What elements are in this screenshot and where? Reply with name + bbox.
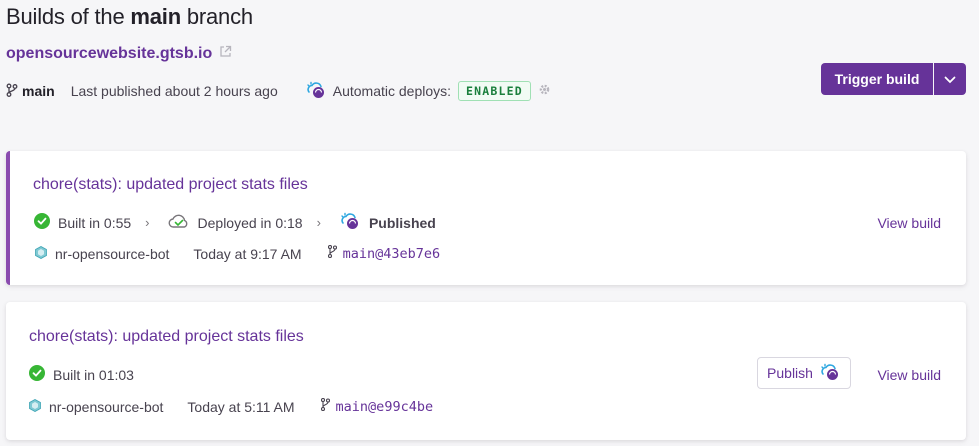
check-circle-icon — [29, 365, 45, 384]
branch-meta: main Last published about 2 hours ago Au… — [6, 80, 551, 102]
author: nr-opensource-bot — [35, 246, 169, 262]
build-card: chore(stats): updated project stats file… — [6, 151, 966, 285]
built-duration: Built in 01:03 — [53, 366, 134, 383]
build-title[interactable]: chore(stats): updated project stats file… — [29, 328, 304, 346]
branch-icon — [6, 83, 18, 100]
page-title: Builds of the main branch — [6, 4, 253, 30]
check-circle-icon — [34, 213, 50, 232]
author-name: nr-opensource-bot — [55, 245, 170, 262]
build-steps: Built in 01:03 — [29, 365, 134, 384]
bot-avatar-icon — [35, 245, 47, 262]
view-build-link[interactable]: View build — [877, 367, 941, 383]
bot-avatar-icon — [29, 398, 41, 415]
gear-icon[interactable] — [538, 83, 551, 99]
trigger-build-menu-button[interactable] — [934, 63, 966, 95]
commit-ref[interactable]: main@43eb7e6 — [343, 246, 441, 262]
view-build-link[interactable]: View build — [877, 215, 941, 231]
auto-deploy-icon — [306, 81, 326, 102]
commit-branch-icon — [320, 397, 330, 415]
last-published: Last published about 2 hours ago — [70, 83, 278, 99]
commit-link[interactable]: main@43eb7e6 — [327, 244, 441, 262]
auto-deploys-label: Automatic deploys: — [332, 83, 452, 99]
automatic-deploys: Automatic deploys: ENABLED — [306, 81, 551, 102]
deployed-duration: Deployed in 0:18 — [197, 214, 303, 231]
built-duration: Built in 0:55 — [58, 214, 132, 231]
commit-branch-icon — [327, 244, 337, 262]
build-time: Today at 5:11 AM — [187, 398, 295, 415]
chevron-right-icon: › — [145, 215, 150, 230]
chevron-down-icon — [944, 72, 956, 87]
site-link: opensourcewebsite.gtsb.io — [6, 45, 232, 63]
chevron-right-icon: › — [316, 215, 321, 230]
publish-button-label: Publish — [767, 365, 813, 381]
title-suffix: branch — [180, 4, 253, 29]
build-title[interactable]: chore(stats): updated project stats file… — [33, 176, 308, 194]
branch-name: main — [6, 83, 55, 100]
build-card: chore(stats): updated project stats file… — [6, 302, 966, 440]
published-status: Published — [368, 214, 436, 231]
trigger-build-group: Trigger build — [821, 63, 966, 95]
external-link-icon[interactable] — [219, 45, 232, 63]
status-badge: ENABLED — [458, 81, 531, 101]
step-deployed: Deployed in 0:18 — [168, 213, 303, 232]
step-published: Published — [339, 212, 436, 233]
build-info: nr-opensource-bot Today at 9:17 AM main@… — [35, 244, 441, 262]
step-built: Built in 0:55 — [34, 213, 131, 232]
build-steps: Built in 0:55 › Deployed in 0:18 › Publi… — [34, 212, 436, 233]
site-url-link[interactable]: opensourcewebsite.gtsb.io — [6, 45, 212, 63]
title-prefix: Builds of the — [6, 4, 131, 29]
step-built: Built in 01:03 — [29, 365, 134, 384]
author: nr-opensource-bot — [29, 399, 163, 415]
author-name: nr-opensource-bot — [49, 398, 164, 415]
cloud-check-icon — [168, 213, 190, 232]
commit-ref[interactable]: main@e99c4be — [336, 399, 434, 415]
build-time: Today at 9:17 AM — [193, 245, 302, 262]
build-info: nr-opensource-bot Today at 5:11 AM main@… — [29, 397, 434, 415]
publish-icon — [339, 212, 361, 233]
commit-link[interactable]: main@e99c4be — [320, 397, 434, 415]
publish-icon — [819, 363, 841, 384]
trigger-build-button[interactable]: Trigger build — [821, 63, 933, 95]
branch-label: main — [22, 83, 55, 99]
title-branch: main — [130, 4, 181, 29]
publish-button[interactable]: Publish — [757, 357, 851, 389]
